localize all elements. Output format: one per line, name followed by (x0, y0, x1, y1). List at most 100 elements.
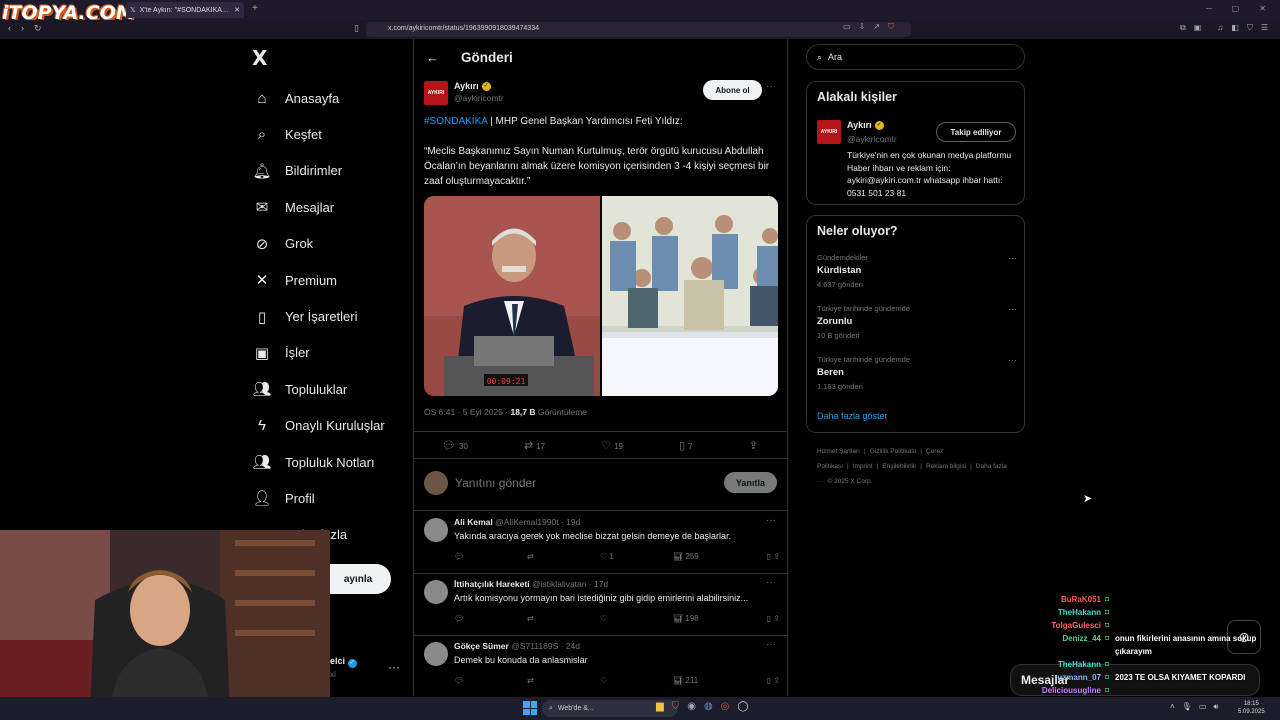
wallet-icon[interactable]: ▣ (1194, 23, 1202, 33)
screen-icon[interactable]: ▭ (843, 22, 851, 32)
sidebar-item-4[interactable]: ⊘ Grok (250, 226, 385, 262)
sidebar-item-9[interactable]: ϟ Onaylı Kuruluşlar (250, 408, 385, 444)
share-icon[interactable]: ↗ (873, 22, 880, 32)
obs-icon[interactable]: ◯ (737, 701, 748, 712)
chat-username[interactable]: TolgaGulesci (1010, 619, 1105, 632)
menu-icon[interactable]: ☰ (1261, 23, 1268, 33)
heart-action[interactable]: ♡ (600, 676, 673, 685)
browser-tab[interactable]: 𝕏 X'te Aykırı: "#SONDAKİKA | MHP ✕ (126, 2, 244, 18)
repost-action[interactable]: ⇄ (527, 552, 600, 561)
reply-avatar[interactable] (424, 580, 448, 604)
footer-link[interactable]: © 2025 X Corp. (828, 478, 873, 485)
following-button[interactable]: Takip ediliyor (936, 122, 1016, 142)
share-action[interactable]: ⇪ (749, 439, 761, 452)
trend-more-icon[interactable]: ··· (1008, 253, 1017, 263)
search-input[interactable]: ⌕ Ara (806, 44, 1025, 70)
show-more-link[interactable]: Daha fazla göster (817, 411, 888, 421)
chrome-icon[interactable]: ◎ (721, 701, 730, 712)
repost-action[interactable]: ⇄ (527, 614, 600, 623)
reply-button[interactable]: Yanıtla (724, 472, 777, 493)
reply-item[interactable]: Ali Kemal @AliKemal1990t · 19d ··· Yakında… (414, 512, 787, 574)
footer-link[interactable]: Reklam bilgisi (926, 463, 966, 470)
sidebar-item-8[interactable]: 👥︎ Topluluklar (250, 371, 385, 407)
sidebar-item-5[interactable]: ✕ Premium (250, 262, 385, 298)
close-tab-icon[interactable]: ✕ (234, 6, 240, 14)
url-field[interactable]: x.com/aykiricomtr/status/196399091803947… (366, 22, 911, 37)
reply-avatar[interactable] (424, 642, 448, 666)
sidebar-item-0[interactable]: ⌂ Anasayfa (250, 80, 385, 116)
monitor-icon[interactable]: ▭ (1199, 702, 1207, 712)
file-explorer-icon[interactable]: ▆ (656, 701, 664, 712)
chat-username[interactable]: TheHakann (1010, 658, 1105, 671)
reply-author-name[interactable]: Ali Kemal (454, 517, 493, 527)
chat-username[interactable]: Deliciousugline (1010, 684, 1105, 697)
post-media[interactable]: 00:09:21 (424, 196, 778, 396)
reply-item[interactable]: İttihatçılık Hareketi @istiklalivatan · … (414, 574, 787, 636)
music-icon[interactable]: ♫ (1217, 23, 1223, 33)
sidebar-icon[interactable]: ◧ (1231, 23, 1239, 33)
bookmark-page-icon[interactable]: ▯ (354, 23, 359, 34)
footer-link[interactable]: Gizlilik Politikası (870, 448, 917, 455)
repost-action[interactable]: ⇄ 17 (524, 439, 545, 452)
trend-more-icon[interactable]: ··· (1008, 304, 1017, 314)
chevron-up-icon[interactable]: ˄ (1170, 702, 1175, 712)
trend-item[interactable]: Gündemdekiler Kürdistan 4.637 gönderi ··· (817, 253, 1017, 289)
reload-icon[interactable]: ↻ (34, 23, 42, 34)
account-more-icon[interactable]: ··· (388, 660, 400, 674)
windows-start-icon[interactable] (523, 701, 537, 715)
views-action[interactable]: 📊︎ 259 (673, 552, 746, 561)
shield-vpn-icon[interactable]: ⛉ (1247, 23, 1253, 33)
related-handle[interactable]: @aykiricomtr (847, 134, 897, 144)
maximize-icon[interactable]: ▢ (1232, 4, 1240, 13)
clock[interactable]: 18:15 5.09.2025 (1238, 700, 1265, 716)
reply-action[interactable]: 💬︎ (454, 676, 527, 685)
back-arrow-icon[interactable]: ← (426, 50, 439, 65)
sidebar-item-6[interactable]: ▯ Yer İşaretleri (250, 298, 385, 334)
sidebar-item-1[interactable]: ⌕ Keşfet (250, 116, 385, 152)
bookmark-icon[interactable]: ▯ ⇪ (767, 614, 780, 623)
photo-speaker-podium[interactable]: 00:09:21 (424, 196, 600, 396)
reply-more-icon[interactable]: ··· (766, 515, 776, 526)
footer-link[interactable]: Hizmet Şartları (817, 448, 860, 455)
shield-icon[interactable]: ⛉ (888, 22, 894, 32)
trend-more-icon[interactable]: ··· (1008, 355, 1017, 365)
reply-author-name[interactable]: İttihatçılık Hareketi (454, 579, 530, 589)
trend-item[interactable]: Türkiye tarihinde gündemde Zorunlu 10 B gö… (817, 304, 1017, 340)
views-action[interactable]: 📊︎ 211 (673, 676, 746, 685)
post-more-icon[interactable]: ··· (766, 81, 776, 92)
chat-username[interactable]: Denizz_44 (1010, 632, 1105, 658)
repost-action[interactable]: ⇄ (527, 676, 600, 685)
chat-username[interactable]: TheHakann (1010, 606, 1105, 619)
footer-link[interactable]: Imprint (853, 463, 873, 470)
heart-action[interactable]: ♡ 1 (600, 552, 673, 561)
reply-action[interactable]: 💬︎ 30 (442, 439, 468, 452)
forward-icon[interactable]: › (21, 23, 24, 34)
post-author[interactable]: AYKIRI Aykırı ✓ @aykiricomtr (424, 81, 504, 105)
like-action[interactable]: ♡ 19 (601, 439, 623, 452)
browser-icon[interactable]: ⛉ (672, 701, 680, 712)
related-name[interactable]: Aykırı ✓ (847, 120, 884, 130)
views-action[interactable]: 📊︎ 198 (673, 614, 746, 623)
close-window-icon[interactable]: ✕ (1259, 4, 1266, 13)
extension-icon[interactable]: ⧉ (1180, 23, 1186, 33)
download-icon[interactable]: ⇩ (859, 22, 866, 32)
x-logo-icon[interactable]: X (252, 46, 267, 70)
bookmark-action[interactable]: ▯ 7 (679, 439, 693, 452)
reply-author-name[interactable]: Gökçe Sümer (454, 641, 509, 651)
post-time[interactable]: ÖS 6:41 · 5 Eyl 2025 · (424, 407, 510, 417)
discord-icon[interactable]: ◍ (704, 701, 713, 712)
reply-action[interactable]: 💬︎ (454, 614, 527, 623)
sidebar-item-3[interactable]: ✉ Mesajlar (250, 189, 385, 225)
chat-username[interactable]: BuRaK051 (1010, 593, 1105, 606)
reply-avatar[interactable] (424, 518, 448, 542)
photo-group[interactable] (602, 196, 778, 396)
minimize-icon[interactable]: ─ (1206, 4, 1212, 13)
author-name[interactable]: Aykırı ✓ (454, 81, 504, 91)
trend-item[interactable]: Türkiye tarihinde gündemde Beren 1.183 gön… (817, 355, 1017, 391)
sidebar-item-11[interactable]: 👤︎ Profil (250, 480, 385, 516)
footer-link[interactable]: Erişilebilirlik (882, 463, 916, 470)
volume-icon[interactable]: 🔊︎ (1213, 702, 1218, 712)
bookmark-icon[interactable]: ▯ ⇪ (767, 676, 780, 685)
bookmark-icon[interactable]: ▯ ⇪ (767, 552, 780, 561)
account-name[interactable]: elci ✓ (330, 656, 357, 668)
